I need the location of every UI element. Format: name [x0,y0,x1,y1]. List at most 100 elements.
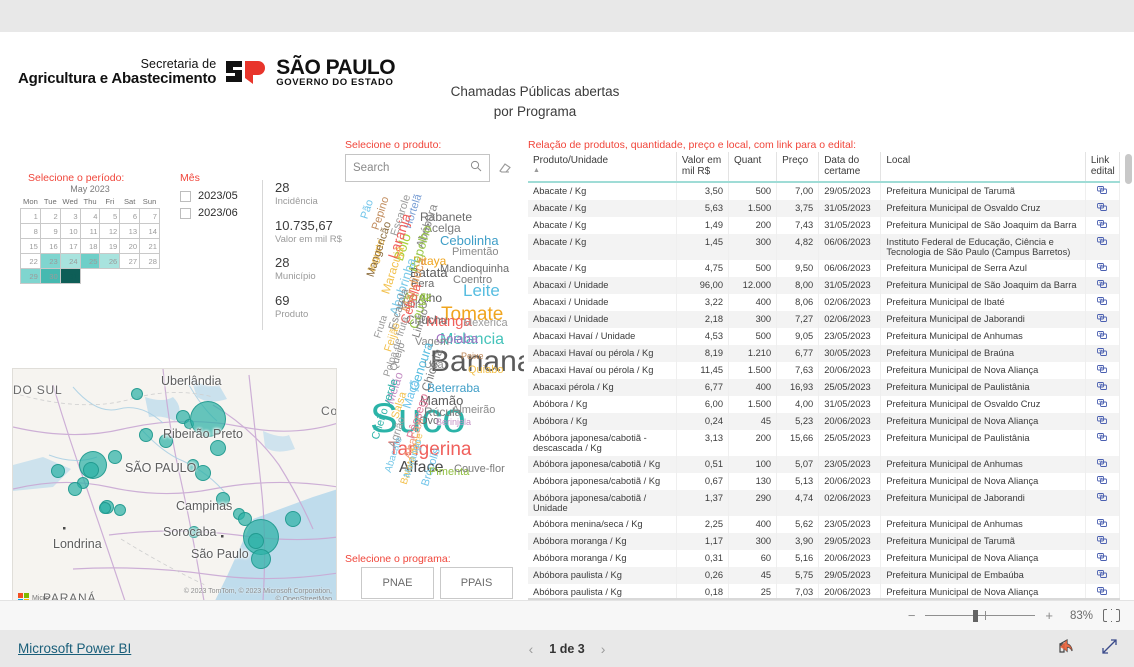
map-bubble[interactable] [139,428,153,442]
table-row[interactable]: Abacate / Kg 1,45 300 4,82 06/06/2023 Institu… [528,234,1120,260]
word-cloud-term[interactable]: Couve-flor [454,464,505,475]
table-header-row[interactable]: Produto/Unidade ▲ Valor em mil R$ Quant Preç… [528,152,1120,183]
calendar-day-7[interactable]: 7 [139,208,160,224]
calendar-day-8[interactable]: 8 [20,223,41,239]
link-icon[interactable] [1091,203,1114,214]
table-cell-link[interactable] [1085,473,1120,490]
map-bubble[interactable] [108,450,122,464]
table-cell-link[interactable] [1085,516,1120,533]
table-column-header[interactable]: Produto/Unidade ▲ [528,152,677,183]
calendar-day-5[interactable]: 5 [99,208,121,224]
month-option-2023-06[interactable]: 2023/06 [180,207,238,219]
link-icon[interactable] [1091,493,1114,504]
calendar-day-3[interactable]: 3 [59,208,81,224]
table-cell-link[interactable] [1085,430,1120,456]
calendar-day-12[interactable]: 12 [99,223,121,239]
calendar-day-29[interactable]: 29 [20,268,41,284]
table-row[interactable]: Abóbora moranga / Kg 0,31 60 5,16 20/06/2023… [528,550,1120,567]
table-cell-link[interactable] [1085,490,1120,516]
word-cloud-term[interactable]: Pimentão [452,247,498,258]
calendar-day-17[interactable]: 17 [59,238,81,254]
word-cloud-term[interactable]: Almeirão [452,405,495,416]
checkbox[interactable] [180,207,191,219]
calendar-day-19[interactable]: 19 [99,238,121,254]
link-icon[interactable] [1091,399,1114,410]
word-cloud-term[interactable]: Cebolinha [440,234,499,247]
table-row[interactable]: Abacaxi / Unidade 96,00 12.000 8,00 31/05/20… [528,277,1120,294]
link-icon[interactable] [1091,220,1114,231]
link-icon[interactable] [1091,365,1114,376]
table-column-header[interactable]: Link edital [1085,152,1120,183]
table-cell-link[interactable] [1085,533,1120,550]
power-bi-brand-link[interactable]: Microsoft Power BI [18,641,131,656]
calendar-day-4[interactable]: 4 [79,208,101,224]
table-row[interactable]: Abóbora japonesa/cabotiã - descascada / … [528,430,1120,456]
program-button-pnae[interactable]: PNAE [361,567,434,599]
link-icon[interactable] [1091,382,1114,393]
link-icon[interactable] [1091,331,1114,342]
table-row[interactable]: Abóbora menina/seca / Kg 2,25 400 5,62 23/05… [528,516,1120,533]
map-bubble[interactable] [114,504,126,516]
table-cell-link[interactable] [1085,379,1120,396]
word-cloud-term[interactable]: Peixe [461,352,484,361]
calendar-day-25[interactable]: 25 [79,253,101,269]
link-icon[interactable] [1091,433,1114,444]
map-bubble[interactable] [68,482,82,496]
map-bubble[interactable] [210,440,226,456]
table-column-header[interactable]: Data do certame [818,152,882,183]
link-icon[interactable] [1091,519,1114,530]
word-cloud-term[interactable]: Quiabo [468,365,503,376]
table-row[interactable]: Abóbora moranga / Kg 1,17 300 3,90 29/05/202… [528,533,1120,550]
table-scrollbar[interactable] [1125,154,1132,184]
calendar-day-23[interactable]: 23 [39,253,61,269]
table-cell-link[interactable] [1085,260,1120,277]
calendar-day-21[interactable]: 21 [139,238,160,254]
footer-actions[interactable] [1058,638,1118,660]
zoom-slider-thumb[interactable] [973,609,979,622]
table-row[interactable]: Abóbora paulista / Kg 0,26 45 5,75 29/05/202… [528,567,1120,584]
fit-to-page-icon[interactable] [1103,609,1120,622]
table-cell-link[interactable] [1085,456,1120,473]
chevron-right-icon[interactable]: › [601,641,606,657]
product-search-area[interactable]: Search [345,154,512,182]
month-option-list[interactable]: 2023/05 2023/06 [180,190,238,219]
calendar-day-28[interactable]: 28 [139,253,160,269]
table-row[interactable]: Abacate / Kg 4,75 500 9,50 06/06/2023 Prefeit… [528,260,1120,277]
table-row[interactable]: Abóbora / Kg 6,00 1.500 4,00 31/05/2023 Prefe… [528,396,1120,413]
table-cell-link[interactable] [1085,413,1120,430]
map-bubble[interactable] [83,462,99,478]
checkbox[interactable] [180,190,191,202]
zoom-slider[interactable] [925,609,1036,622]
calendar-day-13[interactable]: 13 [119,223,141,239]
link-icon[interactable] [1091,459,1114,470]
calendar-day-16[interactable]: 16 [39,238,61,254]
link-icon[interactable] [1091,536,1114,547]
program-button-slicer[interactable]: PNAE PPAIS [361,567,513,599]
map-bubble[interactable] [51,464,65,478]
word-cloud-term[interactable]: Coentro [453,275,492,286]
map-bubble[interactable] [195,465,211,481]
table-column-header[interactable]: Preço [776,152,820,183]
page-navigation[interactable]: ‹ 1 de 3 › [529,641,606,657]
table-cell-link[interactable] [1085,182,1120,200]
map-bubble[interactable] [248,533,264,549]
table-body[interactable]: Abacate / Kg 3,50 500 7,00 29/05/2023 Prefeit… [528,182,1120,600]
products-table-container[interactable]: Produto/Unidade ▲ Valor em mil R$ Quant Preç… [528,152,1120,600]
table-cell-link[interactable] [1085,362,1120,379]
link-icon[interactable] [1091,314,1114,325]
chevron-left-icon[interactable]: ‹ [529,641,534,657]
fullscreen-icon[interactable] [1101,638,1118,660]
product-word-cloud[interactable]: Suco Banana Tomate Tangerina Melancia Leite Ma… [348,192,524,492]
table-row[interactable]: Abacaxi Havaí ou pérola / Kg 8,19 1.210 6,7… [528,345,1120,362]
table-row[interactable]: Abóbora japonesa/cabotiã / Unidade 1,37 29… [528,490,1120,516]
map-bubble[interactable] [99,502,111,514]
calendar-day-1[interactable]: 1 [20,208,41,224]
map-bubble[interactable] [251,549,271,569]
map-bubble[interactable] [131,388,143,400]
month-option-2023-05[interactable]: 2023/05 [180,190,238,202]
calendar-day-9[interactable]: 9 [39,223,61,239]
calendar-day-10[interactable]: 10 [59,223,81,239]
link-icon[interactable] [1091,570,1114,581]
share-icon[interactable] [1058,638,1075,660]
calendar-day-6[interactable]: 6 [119,208,141,224]
